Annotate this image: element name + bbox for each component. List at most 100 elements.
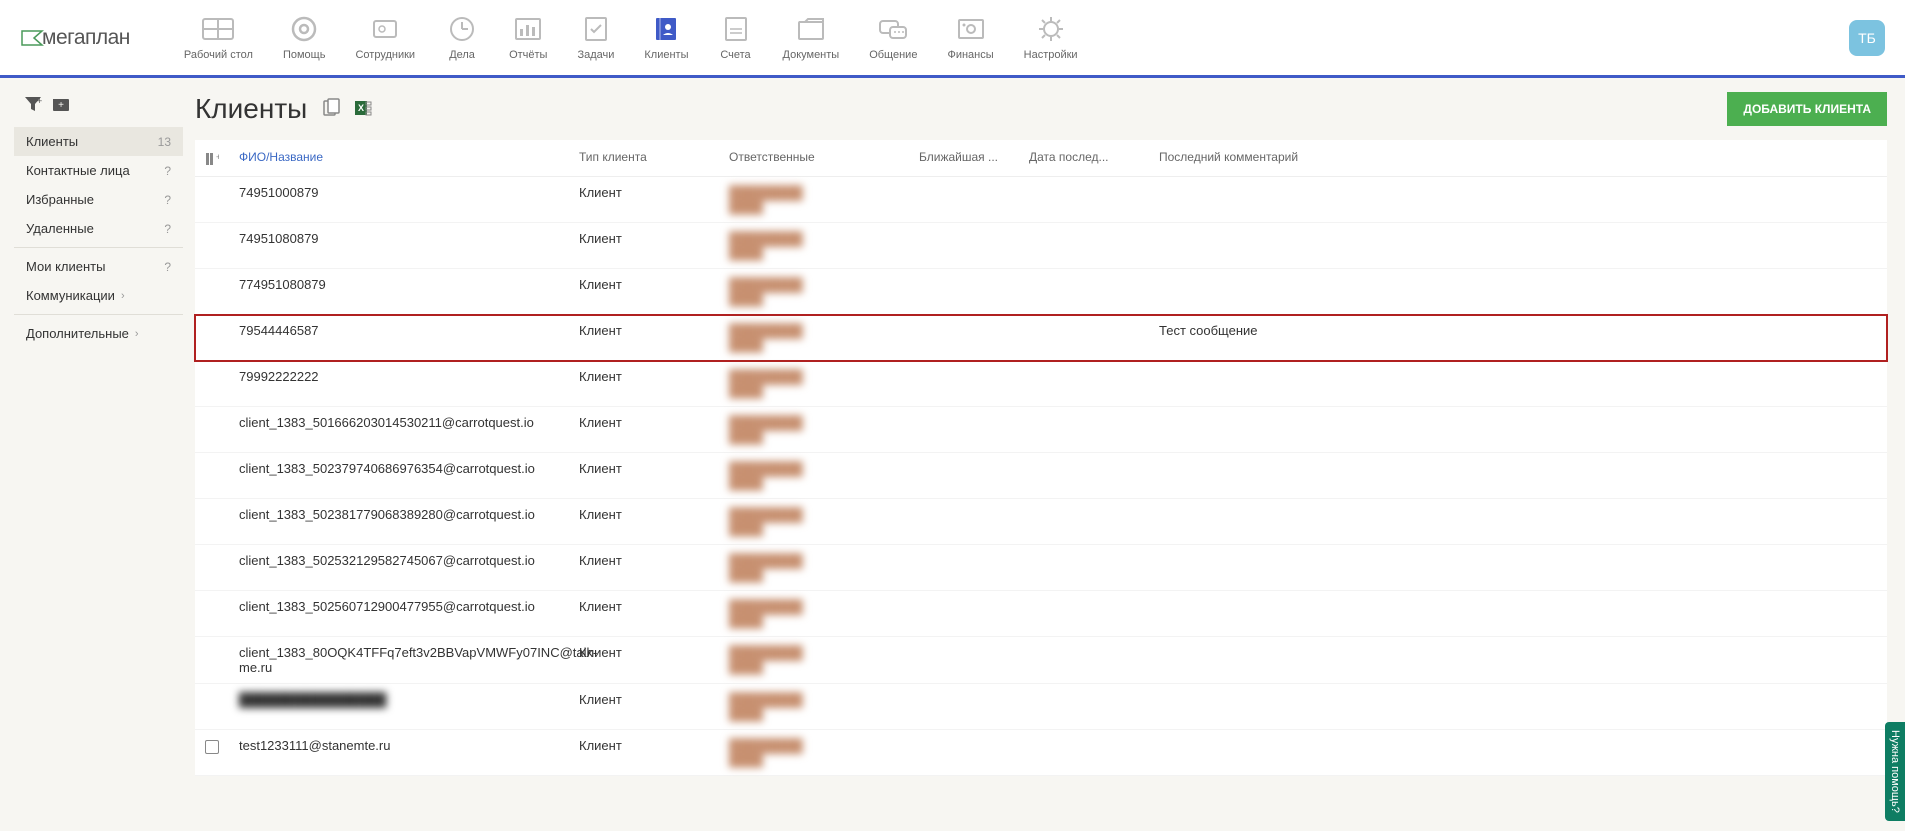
page-title: Клиенты <box>195 93 307 125</box>
cell-type: Клиент <box>569 277 719 292</box>
sidebar-item[interactable]: Дополнительные › <box>14 319 183 348</box>
table-row[interactable]: client_1383_80OQK4TFFq7eft3v2BBVapVMWFy0… <box>195 637 1887 684</box>
help-tab[interactable]: Нужна помощь? <box>1885 722 1905 821</box>
table-row[interactable]: test1233111@stanemte.ruКлиент███████████… <box>195 730 1887 776</box>
sidebar-label: Избранные <box>26 192 94 207</box>
logo-text: мегаплан <box>42 26 130 50</box>
table-row[interactable]: client_1383_502379740686976354@carrotque… <box>195 453 1887 499</box>
table-row[interactable]: 774951080879Клиент████████████ <box>195 269 1887 315</box>
table-row[interactable]: client_1383_502532129582745067@carrotque… <box>195 545 1887 591</box>
sidebar-label: Клиенты <box>26 134 78 149</box>
col-near-header[interactable]: Ближайшая ... <box>909 150 1019 166</box>
cell-type: Клиент <box>569 645 719 660</box>
clients-table: + ФИО/Название Тип клиента Ответственные… <box>195 140 1887 776</box>
sidebar-count: ? <box>164 193 171 207</box>
chevron-right-icon: › <box>121 290 125 302</box>
cell-name: client_1383_502560712900477955@carrotque… <box>229 599 569 614</box>
sidebar-label: Удаленные <box>26 221 94 236</box>
cell-name: 79992222222 <box>229 369 569 384</box>
column-settings-icon[interactable]: + <box>195 150 229 166</box>
excel-export-icon[interactable]: X <box>353 98 373 121</box>
nav-item-5[interactable]: Задачи <box>563 7 628 69</box>
nav-icon <box>287 15 321 43</box>
sidebar-count: ? <box>164 164 171 178</box>
cell-resp: ████████████ <box>719 738 909 767</box>
nav-label: Рабочий стол <box>184 49 253 61</box>
sidebar-item[interactable]: Клиенты13 <box>14 127 183 156</box>
cell-type: Клиент <box>569 369 719 384</box>
svg-text:+: + <box>216 152 219 162</box>
nav-item-4[interactable]: Отчёты <box>495 7 561 69</box>
cell-name: test1233111@stanemte.ru <box>229 738 569 753</box>
nav-icon <box>794 15 828 43</box>
nav-item-6[interactable]: Клиенты <box>630 7 702 69</box>
cell-name: 774951080879 <box>229 277 569 292</box>
nav-label: Настройки <box>1024 49 1078 61</box>
sidebar-label: Коммуникации <box>26 288 115 303</box>
nav-item-1[interactable]: Помощь <box>269 7 340 69</box>
sidebar-item[interactable]: Контактные лица? <box>14 156 183 185</box>
table-header: + ФИО/Название Тип клиента Ответственные… <box>195 140 1887 177</box>
nav-icon <box>719 15 753 43</box>
sidebar-label: Дополнительные <box>26 326 129 341</box>
nav-item-11[interactable]: Настройки <box>1010 7 1092 69</box>
table-row[interactable]: 74951000879Клиент████████████ <box>195 177 1887 223</box>
cell-resp: ████████████ <box>719 369 909 398</box>
cell-resp: ████████████ <box>719 415 909 444</box>
table-row[interactable]: client_1383_501666203014530211@carrotque… <box>195 407 1887 453</box>
table-row[interactable]: 79544446587Клиент████████████Тест сообще… <box>195 315 1887 361</box>
nav-item-2[interactable]: Сотрудники <box>341 7 429 69</box>
cell-name: client_1383_502532129582745067@carrotque… <box>229 553 569 568</box>
filter-icon[interactable]: + <box>24 96 42 115</box>
cell-type: Клиент <box>569 599 719 614</box>
cell-type: Клиент <box>569 553 719 568</box>
nav-icon <box>876 15 910 43</box>
svg-text:+: + <box>37 96 42 106</box>
cell-resp: ████████████ <box>719 185 909 214</box>
table-row[interactable]: 79992222222Клиент████████████ <box>195 361 1887 407</box>
content: Клиенты X ДОБАВИТЬ КЛИЕНТА + ФИО/Названи… <box>185 78 1905 816</box>
cell-resp: ████████████ <box>719 553 909 582</box>
col-date-header[interactable]: Дата послед... <box>1019 150 1149 166</box>
cell-resp: ████████████ <box>719 507 909 536</box>
nav-icon <box>579 15 613 43</box>
cell-name: client_1383_80OQK4TFFq7eft3v2BBVapVMWFy0… <box>229 645 569 675</box>
nav-label: Отчёты <box>509 49 547 61</box>
nav-item-9[interactable]: Общение <box>855 7 931 69</box>
nav-icon <box>368 15 402 43</box>
checkbox-icon[interactable] <box>205 740 219 754</box>
cell-type: Клиент <box>569 738 719 753</box>
nav-item-8[interactable]: Документы <box>769 7 854 69</box>
nav-icon <box>954 15 988 43</box>
nav-icon <box>201 15 235 43</box>
cell-resp: ████████████ <box>719 599 909 628</box>
add-client-button[interactable]: ДОБАВИТЬ КЛИЕНТА <box>1727 92 1887 126</box>
nav-item-7[interactable]: Счета <box>705 7 767 69</box>
cell-resp: ████████████ <box>719 323 909 352</box>
sidebar-item[interactable]: Избранные? <box>14 185 183 214</box>
copy-icon[interactable] <box>321 98 341 121</box>
col-resp-header[interactable]: Ответственные <box>719 150 909 166</box>
table-row[interactable]: client_1383_502560712900477955@carrotque… <box>195 591 1887 637</box>
nav-icon <box>649 15 683 43</box>
table-row[interactable]: 74951080879Клиент████████████ <box>195 223 1887 269</box>
cell-name: 79544446587 <box>229 323 569 338</box>
add-folder-icon[interactable]: + <box>52 96 70 115</box>
cell-type: Клиент <box>569 231 719 246</box>
nav-label: Помощь <box>283 49 326 61</box>
user-avatar[interactable]: ТБ <box>1849 20 1885 56</box>
col-name-header[interactable]: ФИО/Название <box>229 150 569 166</box>
nav-item-3[interactable]: Дела <box>431 7 493 69</box>
cell-name: client_1383_502379740686976354@carrotque… <box>229 461 569 476</box>
col-type-header[interactable]: Тип клиента <box>569 150 719 166</box>
nav-label: Клиенты <box>644 49 688 61</box>
nav-item-0[interactable]: Рабочий стол <box>170 7 267 69</box>
sidebar-item[interactable]: Мои клиенты? <box>14 252 183 281</box>
logo[interactable]: мегаплан <box>20 26 130 50</box>
nav-item-10[interactable]: Финансы <box>933 7 1007 69</box>
table-row[interactable]: ████████████████Клиент████████████ <box>195 684 1887 730</box>
sidebar-item[interactable]: Коммуникации › <box>14 281 183 310</box>
sidebar-item[interactable]: Удаленные? <box>14 214 183 243</box>
col-comment-header[interactable]: Последний комментарий <box>1149 150 1887 166</box>
table-row[interactable]: client_1383_502381779068389280@carrotque… <box>195 499 1887 545</box>
